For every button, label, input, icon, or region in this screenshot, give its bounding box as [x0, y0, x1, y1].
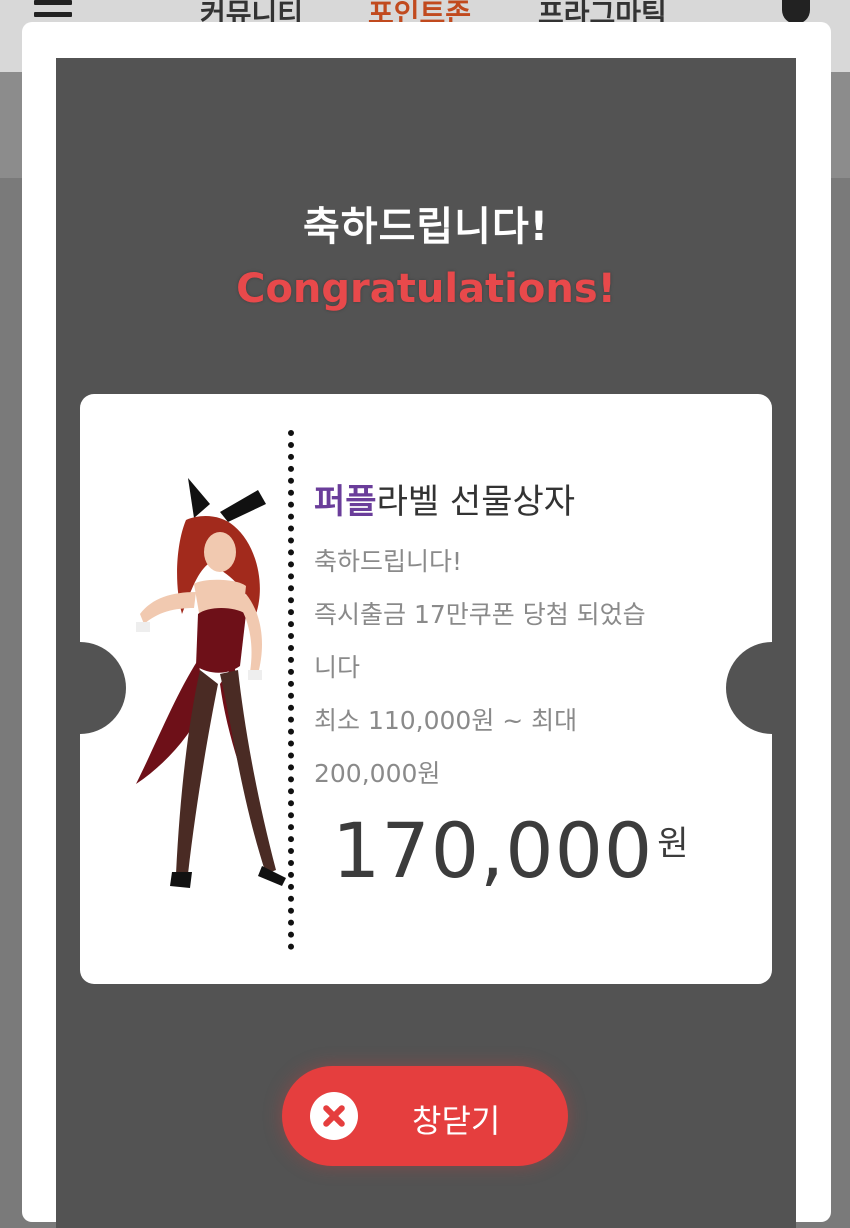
bunny-girl-illustration [136, 478, 286, 888]
prize-title-brand: 퍼플 [314, 482, 377, 522]
prize-message-line: 즉시출금 17만쿠폰 당첨 되었습 [314, 600, 646, 629]
prize-message-line: 200,000원 [314, 759, 441, 788]
close-icon [310, 1092, 358, 1140]
prize-amount-unit: 원 [657, 824, 689, 864]
modal-title-english: Congratulations! [236, 266, 616, 312]
prize-ticket: 퍼플라벨 선물상자 축하드립니다! 즉시출금 17만쿠폰 당첨 되었습 니다 최… [80, 394, 772, 984]
prize-amount: 170,000 [332, 806, 654, 895]
close-window-button[interactable]: 창닫기 [282, 1066, 568, 1166]
modal-panel: 축하드립니다! Congratulations! 퍼플라벨 선물상자 축하드립니… [56, 58, 796, 1228]
close-window-label: 창닫기 [412, 1102, 501, 1140]
ticket-text: 퍼플라벨 선물상자 축하드립니다! 즉시출금 17만쿠폰 당첨 되었습 니다 최… [314, 474, 754, 800]
prize-title: 퍼플라벨 선물상자 [314, 474, 754, 523]
prize-message-line: 니다 [314, 653, 361, 682]
prize-title-rest: 라벨 선물상자 [376, 482, 576, 522]
prize-modal: 축하드립니다! Congratulations! 퍼플라벨 선물상자 축하드립니… [22, 22, 831, 1228]
prize-message-line: 축하드립니다! [314, 547, 463, 576]
prize-message-line: 최소 110,000원 ~ 최대 [314, 706, 578, 735]
modal-title-korean: 축하드립니다! [302, 204, 550, 250]
bell-icon[interactable] [782, 0, 810, 24]
prize-amount-row: 170,000 원 [332, 806, 689, 895]
